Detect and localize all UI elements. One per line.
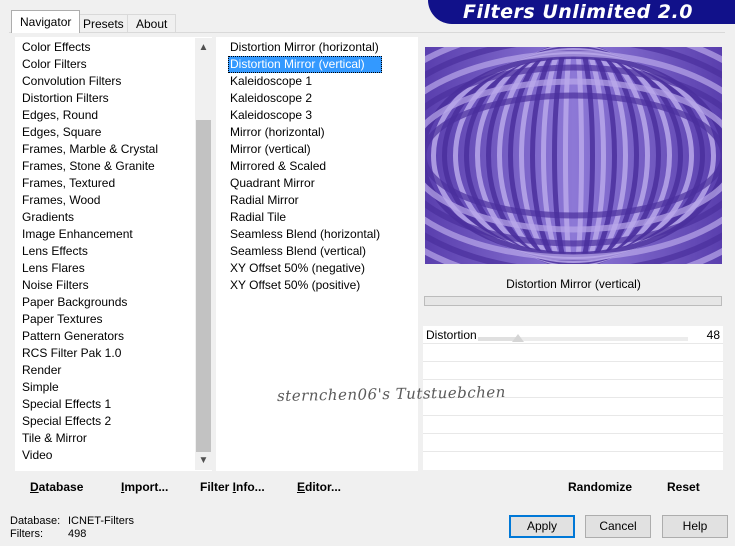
category-item[interactable]: Image Enhancement <box>22 226 158 243</box>
category-item[interactable]: Simple <box>22 379 158 396</box>
database-button[interactable]: Database <box>30 479 83 495</box>
status-database-value: ICNET-Filters <box>68 515 134 527</box>
app-banner: Filters Unlimited 2.0 <box>428 0 735 24</box>
cancel-button[interactable]: Cancel <box>585 515 651 538</box>
category-item[interactable]: Paper Textures <box>22 311 158 328</box>
reset-button[interactable]: Reset <box>667 479 700 495</box>
category-item[interactable]: RCS Filter Pak 1.0 <box>22 345 158 362</box>
randomize-button[interactable]: Randomize <box>568 479 632 495</box>
help-button[interactable]: Help <box>662 515 728 538</box>
param-row-distortion[interactable]: Distortion 48 <box>423 326 723 344</box>
progress-bar <box>424 296 722 306</box>
filter-item[interactable]: Mirrored & Scaled <box>228 158 382 175</box>
filter-info-button[interactable]: Filter Info... <box>200 479 265 495</box>
preview-image <box>425 47 722 264</box>
preview-filter-name: Distortion Mirror (vertical) <box>424 272 723 296</box>
status-filters-label: Filters: <box>10 528 43 540</box>
category-item[interactable]: Frames, Stone & Granite <box>22 158 158 175</box>
param-row-empty <box>423 362 723 380</box>
filter-item[interactable]: Distortion Mirror (horizontal) <box>228 39 382 56</box>
filter-item[interactable]: Quadrant Mirror <box>228 175 382 192</box>
category-item[interactable]: Convolution Filters <box>22 73 158 90</box>
category-item[interactable]: Special Effects 1 <box>22 396 158 413</box>
tab-strip-divider <box>9 32 725 33</box>
app-title: Filters Unlimited 2.0 <box>463 1 693 23</box>
tab-presets[interactable]: Presets <box>74 14 133 32</box>
category-item[interactable]: Color Filters <box>22 56 158 73</box>
filter-item[interactable]: XY Offset 50% (negative) <box>228 260 382 277</box>
param-row-empty <box>423 416 723 434</box>
category-item[interactable]: Tile & Mirror <box>22 430 158 447</box>
filter-list[interactable]: Distortion Mirror (horizontal) Distortion… <box>228 39 383 294</box>
filter-item[interactable]: Radial Tile <box>228 209 382 226</box>
category-item[interactable]: Edges, Square <box>22 124 158 141</box>
filter-item[interactable]: Seamless Blend (horizontal) <box>228 226 382 243</box>
filter-item[interactable]: Mirror (horizontal) <box>228 124 382 141</box>
filter-item[interactable]: Seamless Blend (vertical) <box>228 243 382 260</box>
import-button[interactable]: Import... <box>121 479 168 495</box>
filter-item[interactable]: Kaleidoscope 3 <box>228 107 382 124</box>
category-item[interactable]: Render <box>22 362 158 379</box>
param-slider-thumb[interactable] <box>511 334 524 342</box>
category-item[interactable]: Lens Effects <box>22 243 158 260</box>
category-item[interactable]: Color Effects <box>22 39 158 56</box>
category-list[interactable]: Color Effects Color Filters Convolution Fi… <box>22 39 158 464</box>
tab-about[interactable]: About <box>127 14 177 32</box>
category-item[interactable]: Distortion Filters <box>22 90 158 107</box>
apply-button[interactable]: Apply <box>509 515 575 538</box>
category-item[interactable]: Paper Backgrounds <box>22 294 158 311</box>
category-item[interactable]: Frames, Wood <box>22 192 158 209</box>
category-item[interactable]: Pattern Generators <box>22 328 158 345</box>
filter-item[interactable]: Radial Mirror <box>228 192 382 209</box>
scroll-down-icon[interactable]: ▼ <box>195 452 212 469</box>
param-row-empty <box>423 434 723 452</box>
category-item[interactable]: Video <box>22 447 158 464</box>
filter-item[interactable]: Mirror (vertical) <box>228 141 382 158</box>
filter-item[interactable]: XY Offset 50% (positive) <box>228 277 382 294</box>
category-item[interactable]: Gradients <box>22 209 158 226</box>
category-item[interactable]: Frames, Marble & Crystal <box>22 141 158 158</box>
filter-item[interactable]: Kaleidoscope 1 <box>228 73 382 90</box>
category-item[interactable]: Noise Filters <box>22 277 158 294</box>
filter-item[interactable]: Kaleidoscope 2 <box>228 90 382 107</box>
scrollbar-thumb[interactable] <box>196 120 211 452</box>
tab-navigator[interactable]: Navigator <box>11 10 81 33</box>
filter-item[interactable]: Distortion Mirror (vertical) <box>228 56 383 73</box>
status-filters-value: 498 <box>68 528 87 540</box>
category-item[interactable]: Special Effects 2 <box>22 413 158 430</box>
category-item[interactable]: Lens Flares <box>22 260 158 277</box>
param-row-empty <box>423 452 723 469</box>
category-item[interactable]: Frames, Textured <box>22 175 158 192</box>
param-row-empty <box>423 344 723 362</box>
param-value: 48 <box>706 328 720 342</box>
param-slider[interactable] <box>478 337 688 341</box>
param-label: Distortion <box>426 328 477 342</box>
editor-button[interactable]: Editor... <box>297 479 341 495</box>
scroll-up-icon[interactable]: ▲ <box>195 39 212 56</box>
category-item[interactable]: Edges, Round <box>22 107 158 124</box>
status-database-label: Database: <box>10 515 61 527</box>
